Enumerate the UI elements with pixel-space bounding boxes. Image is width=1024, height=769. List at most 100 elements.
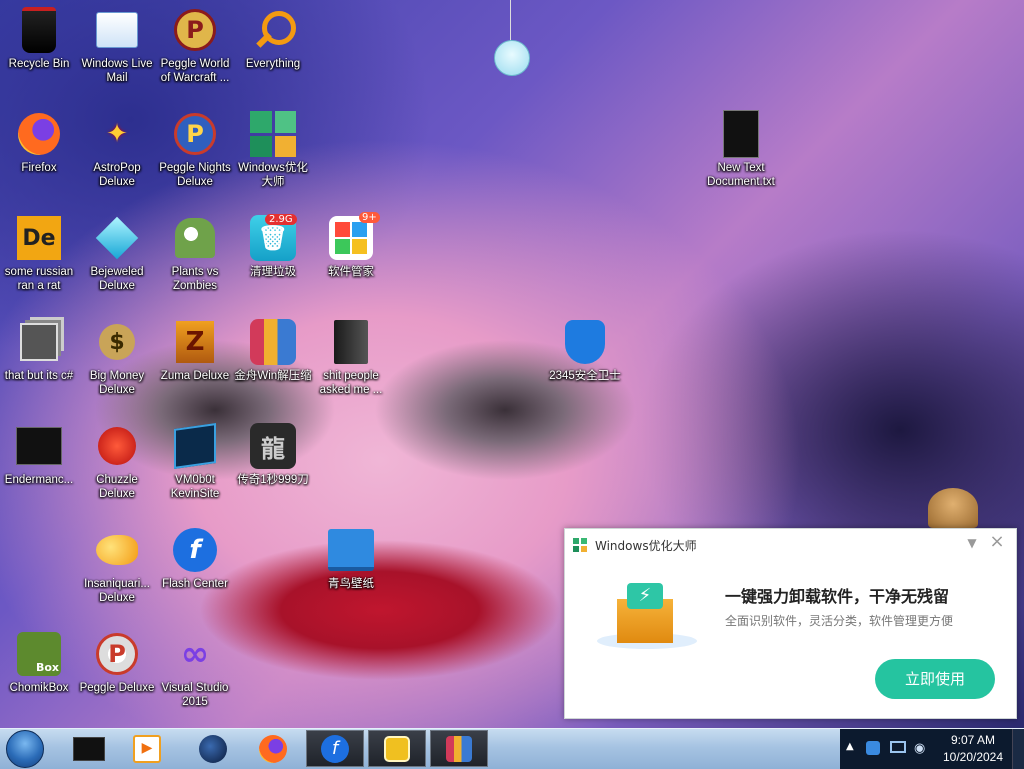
desktop-icon-zuma[interactable]: Z Zuma Deluxe bbox=[156, 314, 234, 414]
desktop-icon-flash-center[interactable]: f Flash Center bbox=[156, 522, 234, 622]
desktop-icon-insaniquarium[interactable]: Insaniquari... Deluxe bbox=[78, 522, 156, 622]
de-icon: De bbox=[15, 214, 63, 262]
bird-icon bbox=[494, 40, 530, 76]
peggle-icon: P bbox=[171, 6, 219, 54]
chuzzle-icon bbox=[93, 422, 141, 470]
taskbar: ▶ f ▲ ◉ 9:07 AM 10/20/2024 bbox=[0, 728, 1024, 769]
icon-label: 软件管家 bbox=[328, 266, 374, 278]
desktop-icon-software-manager[interactable]: 9+ 软件管家 bbox=[312, 210, 390, 310]
icon-label: 传奇1秒999刀 bbox=[237, 474, 309, 486]
promo-popup[interactable]: Windows优化大师 ▼ × ⚡ 一键强力卸载软件，干净无残留 全面识别软件，… bbox=[564, 528, 1017, 719]
start-orb-icon[interactable] bbox=[6, 730, 44, 768]
desktop-icon-peggle-wow[interactable]: P Peggle World of Warcraft ... bbox=[156, 2, 234, 102]
desktop-icon-chuzzle[interactable]: Chuzzle Deluxe bbox=[78, 418, 156, 518]
icon-label: Peggle Deluxe bbox=[79, 682, 155, 694]
security-app-icon bbox=[384, 735, 410, 762]
desktop-icon-endermanch[interactable]: Endermanc... bbox=[0, 418, 78, 518]
money-bag-icon: $ bbox=[93, 318, 141, 366]
peggle-deluxe-icon: P bbox=[93, 630, 141, 678]
count-badge: 9+ bbox=[359, 212, 380, 223]
wallpaper-icon bbox=[327, 526, 375, 574]
chomikbox-icon: Box bbox=[15, 630, 63, 678]
popup-title: Windows优化大师 bbox=[595, 539, 697, 553]
icon-label: AstroPop Deluxe bbox=[93, 162, 141, 188]
goldfish-icon bbox=[93, 526, 141, 574]
desktop-icon-plants-vs-zombies[interactable]: Plants vs Zombies bbox=[156, 210, 234, 310]
legend-game-icon: 龍 bbox=[249, 422, 297, 470]
desktop-icon-everything[interactable]: Everything bbox=[234, 2, 312, 102]
icon-label: VM0b0t KevinSite bbox=[170, 474, 220, 500]
icon-label: Firefox bbox=[21, 162, 57, 174]
icon-label: Visual Studio 2015 bbox=[161, 682, 229, 708]
icon-label: Endermanc... bbox=[4, 474, 74, 486]
icon-label: Everything bbox=[245, 58, 301, 70]
zuma-icon: Z bbox=[171, 318, 219, 366]
taskbar-globe[interactable] bbox=[184, 730, 242, 767]
desktop-icon-bejeweled[interactable]: Bejeweled Deluxe bbox=[78, 210, 156, 310]
desktop-icon-peggle-deluxe[interactable]: P Peggle Deluxe bbox=[78, 626, 156, 726]
icon-label: some russian ran a rat bbox=[4, 266, 74, 292]
desktop-icon-new-text-document[interactable]: New Text Document.txt bbox=[702, 106, 780, 206]
desktop-icon-firefox[interactable]: Firefox bbox=[0, 106, 78, 206]
show-desktop-button[interactable] bbox=[1012, 729, 1024, 769]
globe-icon bbox=[199, 734, 227, 763]
desktop-icon-that-but-its-csharp[interactable]: that but its c# bbox=[0, 314, 78, 414]
firefox-icon bbox=[259, 734, 287, 763]
taskbar-black-box[interactable] bbox=[60, 730, 118, 767]
windows-stack-icon bbox=[15, 318, 63, 366]
desktop-icon-windows-optimizer[interactable]: Windows优化大师 bbox=[234, 106, 312, 206]
taskbar-flash-center[interactable]: f bbox=[306, 730, 364, 767]
desktop-icon-wallpaper[interactable]: 青鸟壁纸 bbox=[312, 522, 390, 622]
clock-time[interactable]: 9:07 AM bbox=[934, 733, 1012, 747]
icon-label: Insaniquari... Deluxe bbox=[84, 578, 150, 604]
desktop-icon-security-2345[interactable]: 2345安全卫士 bbox=[546, 314, 624, 414]
desktop-icon-peggle-nights[interactable]: P Peggle Nights Deluxe bbox=[156, 106, 234, 206]
clock-date[interactable]: 10/20/2024 bbox=[934, 750, 1012, 764]
tray-expand-arrow-icon[interactable]: ▲ bbox=[846, 741, 854, 752]
desktop-icon-windows-live-mail[interactable]: Windows Live Mail bbox=[78, 2, 156, 102]
icon-label: Peggle Nights Deluxe bbox=[159, 162, 231, 188]
icon-label: Zuma Deluxe bbox=[160, 370, 230, 382]
icon-label: Windows优化大师 bbox=[238, 162, 308, 188]
popup-headline: 一键强力卸载软件，干净无残留 bbox=[725, 587, 950, 606]
taskbar-archive[interactable] bbox=[430, 730, 488, 767]
desktop-icon-recycle-bin[interactable]: Recycle Bin bbox=[0, 2, 78, 102]
desktop-icon-folder[interactable]: shit people asked me ... bbox=[312, 314, 390, 414]
desktop-icon-clean-trash[interactable]: 🗑 2.9G 清理垃圾 bbox=[234, 210, 312, 310]
flash-icon: f bbox=[321, 734, 349, 763]
taskbar-firefox[interactable] bbox=[244, 730, 302, 767]
icon-label: Flash Center bbox=[162, 578, 228, 590]
mail-icon bbox=[93, 6, 141, 54]
astropop-icon: ✦ bbox=[106, 119, 128, 149]
diamond-icon bbox=[93, 214, 141, 262]
taskbar-media-player[interactable]: ▶ bbox=[118, 730, 176, 767]
taskbar-security-app[interactable] bbox=[368, 730, 426, 767]
desktop-icon-vm0b0t[interactable]: VM0b0t KevinSite bbox=[156, 418, 234, 518]
icon-label: 2345安全卫士 bbox=[549, 370, 621, 382]
windows-optimizer-icon bbox=[249, 110, 297, 158]
desktop-icon-big-money[interactable]: $ Big Money Deluxe bbox=[78, 314, 156, 414]
desktop-icon-archive[interactable]: 金舟Win解压缩 bbox=[234, 314, 312, 414]
close-icon[interactable]: × bbox=[989, 533, 1005, 551]
archive-icon bbox=[446, 735, 472, 762]
icon-label: New Text Document.txt bbox=[707, 162, 775, 188]
network-icon[interactable] bbox=[890, 741, 906, 753]
desktop-icon-astropop[interactable]: ✦ AstroPop Deluxe bbox=[78, 106, 156, 206]
icon-label: 清理垃圾 bbox=[250, 266, 296, 278]
desktop-icon-visual-studio[interactable]: ∞ Visual Studio 2015 bbox=[156, 626, 234, 726]
desktop-icon-some-russian[interactable]: De some russian ran a rat bbox=[0, 210, 78, 310]
desktop-icon-chomikbox[interactable]: Box ChomikBox bbox=[0, 626, 78, 726]
software-manager-icon: 9+ bbox=[327, 212, 380, 262]
peggle-nights-icon: P bbox=[171, 110, 219, 158]
tray-app-icon[interactable] bbox=[866, 741, 880, 755]
icon-label: Recycle Bin bbox=[8, 58, 70, 70]
dropdown-arrow-icon[interactable]: ▼ bbox=[965, 536, 979, 550]
black-box-icon bbox=[73, 736, 105, 761]
icon-label: 青鸟壁纸 bbox=[328, 578, 374, 590]
desktop-icon-legend-game[interactable]: 龍 传奇1秒999刀 bbox=[234, 418, 312, 518]
recycle-bin-icon bbox=[15, 6, 63, 54]
use-now-button[interactable]: 立即使用 bbox=[875, 659, 995, 699]
volume-icon[interactable]: ◉ bbox=[914, 741, 925, 756]
gopher-mascot-icon bbox=[928, 488, 978, 528]
archive-icon bbox=[249, 318, 297, 366]
